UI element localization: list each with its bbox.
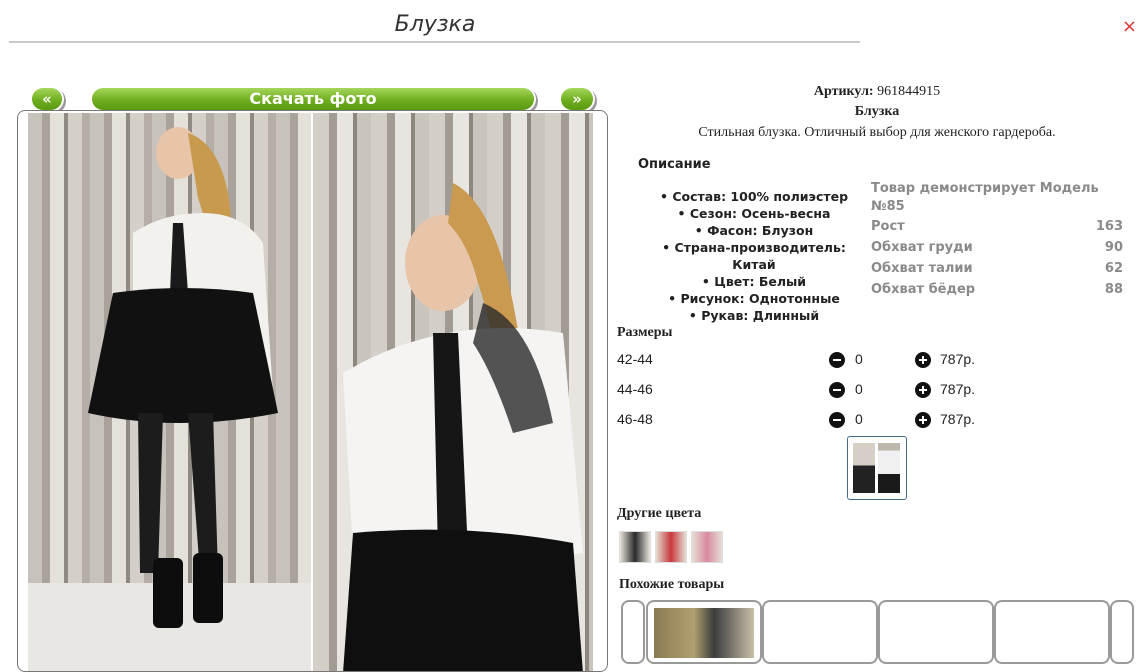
size-label: 44-46: [617, 381, 653, 397]
product-tagline: Стильная блузка. Отличный выбор для женс…: [698, 125, 1056, 140]
model-figure-left: [88, 127, 278, 628]
attribute-item: Страна-производитель: Китай: [640, 239, 868, 273]
thumbnail-image-right: [878, 443, 900, 493]
color-variant-black[interactable]: [619, 531, 651, 563]
similar-product-card[interactable]: [994, 600, 1110, 664]
size-row: 44-46 0 787р.: [617, 381, 1017, 403]
measurement-label: Обхват груди: [871, 240, 973, 255]
size-label: 42-44: [617, 351, 653, 367]
plus-circle-icon[interactable]: [915, 412, 931, 428]
measurement-label: Рост: [871, 219, 905, 234]
sizes-heading: Размеры: [617, 325, 673, 340]
model-measurements: Товар демонстрирует Модель №85 Рост 163 …: [871, 180, 1123, 300]
measurement-row: Рост 163: [871, 216, 1123, 237]
similar-product-card[interactable]: [646, 600, 762, 664]
description-heading: Описание: [638, 157, 711, 172]
plus-circle-icon[interactable]: [915, 382, 931, 398]
similar-product-card[interactable]: [1110, 600, 1134, 664]
product-photo-closeup[interactable]: [313, 113, 593, 671]
similar-product-image: [654, 608, 754, 658]
size-price: 787р.: [940, 411, 976, 427]
size-price: 787р.: [940, 381, 976, 397]
photo-gallery: [17, 110, 608, 672]
attribute-item: Фасон: Блузон: [640, 222, 868, 239]
measurement-row: Обхват груди 90: [871, 237, 1123, 258]
measurement-value: 90: [1104, 240, 1123, 255]
product-thumbnail[interactable]: [847, 436, 907, 500]
sku-label: Артикул:: [813, 84, 874, 99]
quantity-value: 0: [855, 411, 863, 427]
size-row: 42-44 0 787р.: [617, 351, 1017, 373]
product-name: Блузка: [854, 104, 900, 119]
product-photo-full-length[interactable]: [28, 113, 311, 671]
next-photo-button[interactable]: »: [561, 88, 593, 110]
size-row: 46-48 0 787р.: [617, 411, 1017, 433]
attribute-item: Сезон: Осень-весна: [640, 205, 868, 222]
minus-circle-icon[interactable]: [829, 382, 845, 398]
measurement-label: Обхват бёдер: [871, 282, 976, 297]
similar-product-card[interactable]: [878, 600, 994, 664]
measurement-value: 88: [1104, 282, 1123, 297]
model-figure-right: [343, 183, 583, 671]
attribute-list: Состав: 100% полиэстер Сезон: Осень-весн…: [640, 188, 868, 324]
other-colors-heading: Другие цвета: [617, 506, 702, 521]
sku-line: Артикул: 961844915: [617, 84, 1137, 100]
similar-product-card[interactable]: [762, 600, 878, 664]
thumbnail-image-left: [853, 443, 875, 493]
measurement-value: 163: [1095, 219, 1123, 234]
measurement-row: Обхват талии 62: [871, 258, 1123, 279]
color-variant-red[interactable]: [655, 531, 687, 563]
minus-circle-icon[interactable]: [829, 412, 845, 428]
attribute-item: Состав: 100% полиэстер: [640, 188, 868, 205]
color-variant-pink[interactable]: [691, 531, 723, 563]
similar-product-card[interactable]: [621, 600, 645, 664]
attribute-item: Цвет: Белый: [640, 273, 868, 290]
close-icon[interactable]: ×: [1122, 16, 1137, 37]
plus-circle-icon[interactable]: [915, 352, 931, 368]
measurement-label: Обхват талии: [871, 261, 973, 276]
model-heading: Товар демонстрирует Модель №85: [871, 181, 1099, 214]
attribute-item: Рисунок: Однотонные: [640, 290, 868, 307]
sku-value: 961844915: [877, 84, 941, 99]
quantity-value: 0: [855, 381, 863, 397]
attribute-item: Рукав: Длинный: [640, 307, 868, 324]
prev-photo-button[interactable]: «: [32, 88, 62, 110]
download-photo-button[interactable]: Скачать фото: [92, 88, 534, 110]
measurement-value: 62: [1104, 261, 1123, 276]
similar-products-heading: Похожие товары: [619, 577, 725, 592]
size-label: 46-48: [617, 411, 653, 427]
size-price: 787р.: [940, 351, 976, 367]
measurement-row: Обхват бёдер 88: [871, 279, 1123, 300]
quantity-value: 0: [855, 351, 863, 367]
minus-circle-icon[interactable]: [829, 352, 845, 368]
title-divider: [9, 41, 860, 43]
page-title: Блузка: [394, 12, 476, 37]
